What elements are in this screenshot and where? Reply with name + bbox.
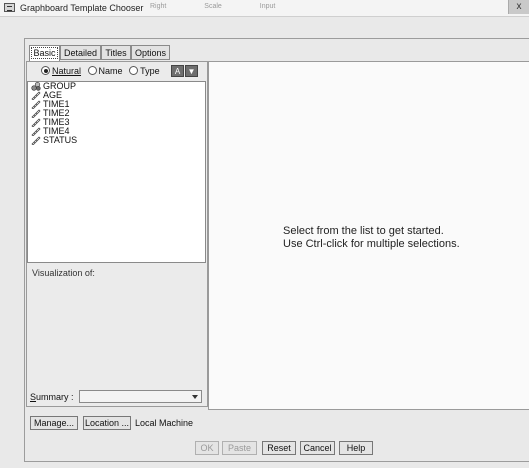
radio-natural[interactable]	[41, 66, 50, 75]
scale-icon	[31, 109, 41, 118]
radio-name[interactable]	[87, 66, 97, 75]
scale-icon	[31, 118, 41, 127]
list-item[interactable]: STATUS	[28, 136, 205, 145]
scale-icon	[31, 91, 41, 100]
tab-detailed[interactable]: Detailed	[60, 45, 101, 60]
scale-icon	[31, 136, 41, 145]
background-headers: Right Scale Input	[150, 3, 276, 10]
window-title: Graphboard Template Chooser	[20, 3, 144, 13]
ok-button[interactable]: OK	[195, 441, 219, 455]
variable-list[interactable]: GROUP AGE TIME1 TIME2 TIME3 TIME4 STATUS	[27, 81, 206, 263]
sort-name-option[interactable]: Name	[87, 66, 123, 76]
manage-button[interactable]: Manage...	[30, 416, 78, 430]
summary-select[interactable]	[79, 390, 202, 403]
sort-type-option[interactable]: Type	[129, 66, 160, 76]
app-icon	[4, 3, 15, 12]
reset-button[interactable]: Reset	[262, 441, 296, 455]
paste-button[interactable]: Paste	[222, 441, 257, 455]
scale-icon	[31, 127, 41, 136]
sort-options: Natural Name Type	[41, 66, 164, 78]
help-button[interactable]: Help	[339, 441, 373, 455]
sort-alpha-button[interactable]: A	[171, 65, 184, 77]
tab-titles[interactable]: Titles	[101, 45, 131, 60]
sort-order-button[interactable]: ▼	[185, 65, 198, 77]
location-button[interactable]: Location ...	[83, 416, 131, 430]
tab-basic[interactable]: Basic	[29, 45, 60, 62]
visualization-label: Visualization of:	[32, 268, 95, 278]
close-button[interactable]: x	[508, 0, 529, 14]
nominal-icon	[31, 82, 41, 91]
sort-natural-option[interactable]: Natural	[41, 66, 81, 76]
title-bar: Graphboard Template Chooser Right Scale …	[0, 0, 529, 17]
cancel-button[interactable]: Cancel	[300, 441, 335, 455]
location-text: Local Machine	[135, 418, 194, 428]
scale-icon	[31, 100, 41, 109]
tab-options[interactable]: Options	[131, 45, 170, 60]
summary-label: Summary :	[30, 392, 74, 402]
instruction-message: Select from the list to get started. Use…	[283, 225, 460, 250]
chevron-down-icon	[192, 395, 198, 399]
radio-type[interactable]	[129, 66, 139, 75]
